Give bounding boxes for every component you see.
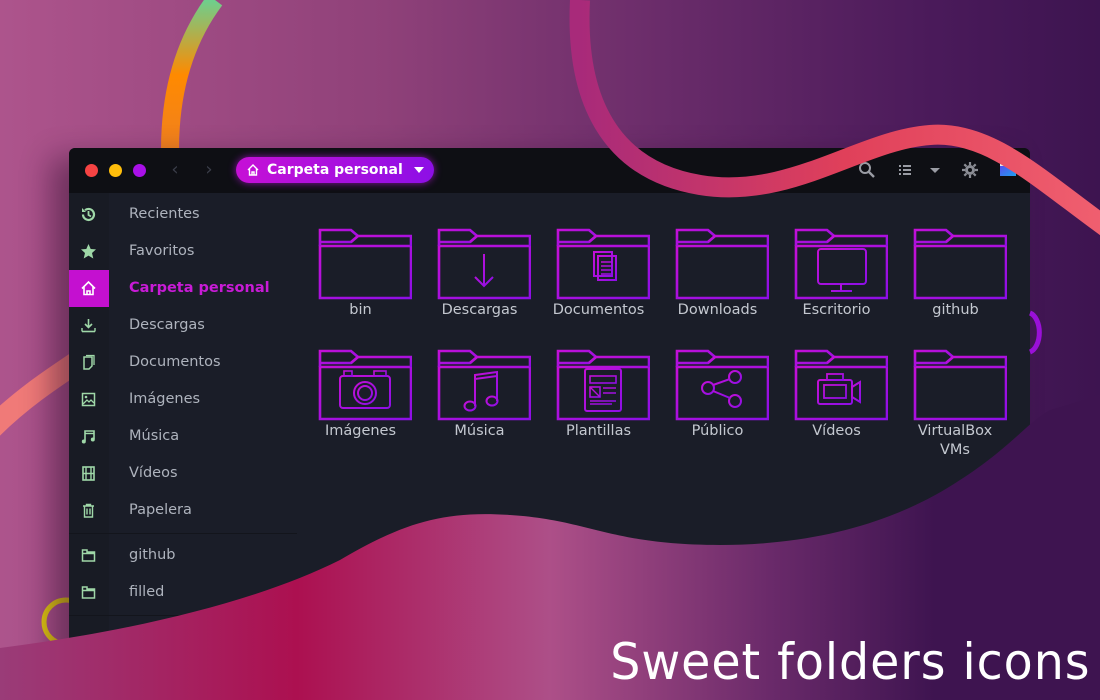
path-label: Carpeta personal: [267, 162, 403, 178]
home-icon: [81, 280, 96, 296]
path-bar-button[interactable]: Carpeta personal: [236, 157, 434, 183]
folder-none-icon: [913, 228, 1007, 300]
sidebar-list: Recientes Favoritos Carpeta personal Des…: [69, 193, 297, 700]
folder-label: Escritorio: [802, 302, 871, 318]
folder-label: Downloads: [677, 302, 758, 318]
sidebar-bookmark-filled[interactable]: filled: [69, 574, 297, 611]
folder-icon[interactable]: [999, 161, 1017, 179]
folder-none-icon: [675, 228, 769, 300]
banner-title: Sweet folders icons: [609, 633, 1090, 691]
list-view-icon[interactable]: [896, 161, 914, 179]
folder-item[interactable]: Imágenes: [308, 349, 413, 469]
rainbow-stripe: [161, 0, 223, 151]
search-icon[interactable]: [858, 161, 876, 179]
film-icon: [82, 466, 95, 481]
folder-share-icon: [675, 349, 769, 421]
folder-item[interactable]: Vídeos: [784, 349, 889, 469]
sidebar-item-label: Documentos: [129, 354, 221, 370]
sidebar-separator: [69, 615, 297, 616]
folder-document-icon: [556, 228, 650, 300]
sidebar-item-carpeta-personal[interactable]: Carpeta personal: [69, 270, 297, 307]
folder-music-note-icon: [437, 349, 531, 421]
sidebar-item-label: Música: [129, 428, 180, 444]
maximize-button[interactable]: [133, 164, 146, 177]
sidebar-item-label: filled: [129, 584, 165, 600]
back-button[interactable]: ‹: [165, 160, 185, 180]
caret-down-icon: [413, 167, 424, 173]
folder-label: VirtualBox VMs: [917, 423, 993, 458]
sidebar-item-documentos[interactable]: Documentos: [69, 344, 297, 381]
sidebar-item-recientes[interactable]: Recientes: [69, 196, 297, 233]
folder-item[interactable]: Escritorio: [784, 228, 889, 348]
folder-item[interactable]: VirtualBox VMs: [903, 349, 1008, 469]
sidebar-item-papelera[interactable]: Papelera: [69, 492, 297, 529]
folder-video-camera-icon: [794, 349, 888, 421]
sidebar-item-imagenes[interactable]: Imágenes: [69, 381, 297, 418]
sidebar-item-label: Papelera: [129, 502, 192, 518]
header-bar: ‹ › Carpeta personal: [69, 148, 1030, 193]
sidebar-separator: [69, 533, 297, 534]
folder-item[interactable]: Música: [427, 349, 532, 469]
folder-label: Música: [454, 423, 505, 439]
close-button[interactable]: [85, 164, 98, 177]
folder-icon: [81, 549, 96, 562]
view-options-icon[interactable]: [926, 161, 944, 179]
image-icon: [81, 392, 96, 407]
folder-label: Público: [691, 423, 744, 439]
folder-item[interactable]: bin: [308, 228, 413, 348]
folder-item[interactable]: Downloads: [665, 228, 770, 348]
trash-icon: [83, 503, 94, 518]
folder-none-icon: [318, 228, 412, 300]
minimize-button[interactable]: [109, 164, 122, 177]
sidebar-item-musica[interactable]: Música: [69, 418, 297, 455]
purple-arc: [1028, 310, 1042, 355]
sidebar-item-label: github: [129, 547, 176, 563]
folder-label: Vídeos: [812, 423, 861, 439]
folder-item[interactable]: Descargas: [427, 228, 532, 348]
file-manager-window: ‹ › Carpeta personal Recientes Favoritos…: [69, 148, 1030, 700]
folder-item[interactable]: github: [903, 228, 1008, 348]
chevron-left-icon: ‹: [171, 159, 179, 180]
folder-monitor-icon: [794, 228, 888, 300]
folder-icon: [81, 586, 96, 599]
sidebar-item-favoritos[interactable]: Favoritos: [69, 233, 297, 270]
folder-template-icon: [556, 349, 650, 421]
sidebar-item-label: Recientes: [129, 206, 200, 222]
home-icon: [247, 164, 259, 176]
folder-label: Plantillas: [565, 423, 632, 439]
chevron-right-icon: ›: [205, 159, 213, 180]
coral-stripe-left: [0, 350, 87, 436]
folder-label: github: [932, 302, 979, 318]
download-icon: [81, 319, 96, 333]
folder-item[interactable]: Público: [665, 349, 770, 469]
sidebar-bookmark-github[interactable]: github: [69, 537, 297, 574]
sidebar-item-label: Descargas: [129, 317, 205, 333]
folder-label: Documentos: [552, 302, 645, 318]
sidebar-item-videos[interactable]: Vídeos: [69, 455, 297, 492]
history-icon: [81, 207, 96, 221]
folder-none-icon: [913, 349, 1007, 421]
folder-item[interactable]: Plantillas: [546, 349, 651, 469]
star-icon: [81, 244, 96, 259]
sidebar-item-descargas[interactable]: Descargas: [69, 307, 297, 344]
sidebar-item-label: Favoritos: [129, 243, 195, 259]
forward-button[interactable]: ›: [199, 160, 219, 180]
folder-camera-icon: [318, 349, 412, 421]
music-icon: [81, 430, 95, 444]
settings-icon[interactable]: [961, 161, 979, 179]
sidebar-item-label: Imágenes: [129, 391, 201, 407]
folder-download-arrow-icon: [437, 228, 531, 300]
file-grid: bin Descargas Documentos Downloads Escri…: [297, 193, 1030, 700]
folder-label: bin: [349, 302, 372, 318]
sidebar-item-label: Vídeos: [129, 465, 178, 481]
document-icon: [83, 354, 95, 370]
folder-item[interactable]: Documentos: [546, 228, 651, 348]
sidebar-item-label: Carpeta personal: [129, 280, 270, 296]
folder-label: Imágenes: [324, 423, 397, 439]
folder-label: Descargas: [441, 302, 518, 318]
